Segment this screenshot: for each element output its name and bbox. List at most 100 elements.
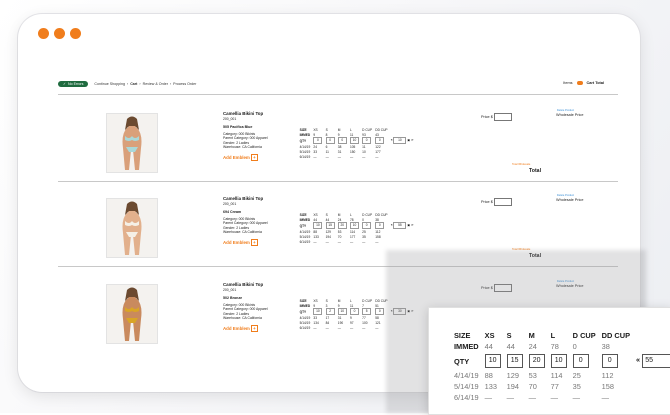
qty-input-l[interactable]: 10 bbox=[550, 354, 567, 368]
future-value: 53 bbox=[528, 371, 537, 380]
delete-product-link[interactable]: Delete Product bbox=[557, 194, 574, 197]
future-value: — bbox=[572, 393, 581, 402]
product-photo[interactable] bbox=[106, 113, 158, 173]
immed-value: 44 bbox=[506, 342, 515, 351]
qty-input[interactable]: 0 bbox=[313, 137, 323, 144]
immed-value: 44 bbox=[484, 342, 493, 351]
future-row: 6/14/19— — — — — — bbox=[298, 154, 415, 159]
qty-row: QTY 0 0 0 10 0 0 « 10 ▣ ⟳ bbox=[298, 137, 415, 144]
future-cell: 4/14/19 bbox=[299, 315, 311, 320]
qty-input[interactable]: 2 bbox=[325, 308, 335, 315]
product-photo[interactable] bbox=[106, 198, 158, 258]
close-dot[interactable] bbox=[38, 28, 49, 39]
qty-input-dd-cup[interactable]: 0 bbox=[601, 354, 618, 368]
qty-input[interactable]: 0 bbox=[362, 137, 372, 144]
crumb-process-order[interactable]: Process Order bbox=[173, 82, 196, 86]
qty-input[interactable]: 15 bbox=[325, 222, 335, 229]
qty-input[interactable]: 0 bbox=[362, 222, 372, 229]
fill-all-icon[interactable]: « bbox=[391, 223, 393, 227]
future-value: — bbox=[484, 393, 493, 402]
qty-input[interactable]: 0 bbox=[337, 137, 347, 144]
fill-all-icon[interactable]: « bbox=[391, 138, 393, 142]
price-input[interactable] bbox=[493, 113, 512, 121]
top-bar: ✓ No Errors Continue Shopping › Cart › Rev… bbox=[58, 78, 618, 90]
qty-label: QTY bbox=[299, 309, 307, 314]
immed-value: 78 bbox=[550, 342, 559, 351]
size-s: S bbox=[506, 331, 512, 340]
future-cell: — bbox=[337, 154, 341, 159]
size-header: SIZE bbox=[454, 331, 471, 340]
crumb-continue-shopping[interactable]: Continue Shopping bbox=[94, 82, 125, 86]
future-cell: 5/14/19 bbox=[299, 149, 311, 154]
delete-product-link[interactable]: Delete Product bbox=[557, 109, 574, 112]
plus-icon: + bbox=[251, 239, 258, 247]
immed-value: 0 bbox=[572, 342, 577, 351]
price-label: Price $ bbox=[481, 115, 493, 119]
grid-cell: IMMED bbox=[299, 217, 311, 222]
size-xs: XS bbox=[484, 331, 495, 340]
future-value: 194 bbox=[506, 382, 520, 391]
qty-all-input[interactable]: 55 bbox=[642, 354, 670, 368]
product-color: 694 Cream bbox=[223, 209, 242, 214]
check-icon: ✓ bbox=[63, 82, 67, 86]
cart-total-label: Cart Total bbox=[586, 81, 604, 85]
product-details: Category: 000 Bikinis Parent Category: 00… bbox=[223, 132, 293, 149]
crumb-cart[interactable]: Cart bbox=[130, 82, 137, 86]
save-icon[interactable]: ▣ bbox=[407, 138, 410, 142]
total-wholesale-label: Total Wholesale bbox=[512, 163, 531, 166]
refresh-icon[interactable]: ⟳ bbox=[411, 138, 414, 142]
product-details: Category: 000 Bikinis Parent Category: 00… bbox=[223, 303, 293, 320]
qty-input[interactable]: 0 bbox=[325, 137, 335, 144]
future-cell: — bbox=[337, 325, 341, 330]
product-info: Camellia Bikini Top 200_001 505 Pacifica B… bbox=[223, 111, 293, 162]
qty-input[interactable]: 20 bbox=[337, 222, 347, 229]
qty-all-input[interactable]: 55 bbox=[393, 222, 407, 229]
qty-input-m[interactable]: 20 bbox=[528, 354, 545, 368]
window-controls bbox=[38, 28, 81, 39]
zoom-date-row: 5/14/19 133 194 70 77 35 158 bbox=[451, 381, 670, 392]
future-cell: 5/14/19 bbox=[299, 234, 311, 239]
qty-all-input[interactable]: 10 bbox=[393, 137, 407, 144]
future-cell: 6/14/19 bbox=[299, 325, 311, 330]
qty-input[interactable]: 0 bbox=[349, 308, 359, 315]
grid-cell: DD CUP bbox=[375, 127, 388, 132]
minimize-dot[interactable] bbox=[54, 28, 65, 39]
save-icon[interactable]: ▣ bbox=[407, 223, 410, 227]
grid-cell: IMMED bbox=[299, 132, 311, 137]
add-emblem-button[interactable]: Add Emblem + bbox=[223, 154, 293, 162]
size-d-cup: D CUP bbox=[572, 331, 596, 340]
qty-input[interactable]: 10 bbox=[349, 222, 359, 229]
future-value: — bbox=[528, 393, 537, 402]
maximize-dot[interactable] bbox=[70, 28, 81, 39]
qty-input-d-cup[interactable]: 0 bbox=[572, 354, 589, 368]
product-code: 200_001 bbox=[223, 201, 237, 206]
qty-input-xs[interactable]: 10 bbox=[484, 354, 501, 368]
crumb-review-order[interactable]: Review & Order bbox=[143, 82, 168, 86]
qty-input-s[interactable]: 15 bbox=[506, 354, 523, 368]
qty-input[interactable]: 10 bbox=[349, 137, 359, 144]
product-photo[interactable] bbox=[106, 284, 158, 344]
qty-input[interactable]: 0 bbox=[375, 308, 385, 315]
size-grid: SIZE XS S M L D CUP DD CUP IMMED 44 44 24 78 0 38 QTY 1… bbox=[298, 212, 415, 244]
product-detail-line: Warehouse: CA California bbox=[223, 144, 262, 149]
fill-all-icon[interactable]: « bbox=[636, 355, 640, 364]
add-emblem-button[interactable]: Add Emblem + bbox=[223, 239, 293, 247]
qty-input[interactable]: 10 bbox=[337, 308, 347, 315]
qty-input[interactable]: 0 bbox=[375, 137, 385, 144]
future-cell: — bbox=[362, 154, 366, 159]
zoom-date-row: 6/14/19 — — — — — — bbox=[451, 392, 670, 403]
qty-input[interactable]: 0 bbox=[375, 222, 385, 229]
future-value: 88 bbox=[484, 371, 493, 380]
zoom-detail-panel: SIZE XS S M L D CUP DD CUP IMMED 44 44 2… bbox=[428, 307, 670, 415]
qty-input[interactable]: 10 bbox=[313, 308, 323, 315]
add-emblem-button[interactable]: Add Emblem + bbox=[223, 325, 293, 333]
future-row: 6/14/19— — — — — — bbox=[298, 239, 415, 244]
divider bbox=[58, 181, 618, 182]
add-emblem-label: Add Emblem bbox=[223, 240, 250, 246]
qty-input[interactable]: 10 bbox=[313, 222, 323, 229]
refresh-icon[interactable]: ⟳ bbox=[411, 223, 414, 227]
qty-input[interactable]: 5 bbox=[362, 308, 372, 315]
price-input[interactable] bbox=[493, 198, 512, 206]
price-label: Price $ bbox=[481, 200, 493, 204]
product-info: Camellia Bikini Top 200_001 502 Bronze Cate… bbox=[223, 282, 293, 333]
